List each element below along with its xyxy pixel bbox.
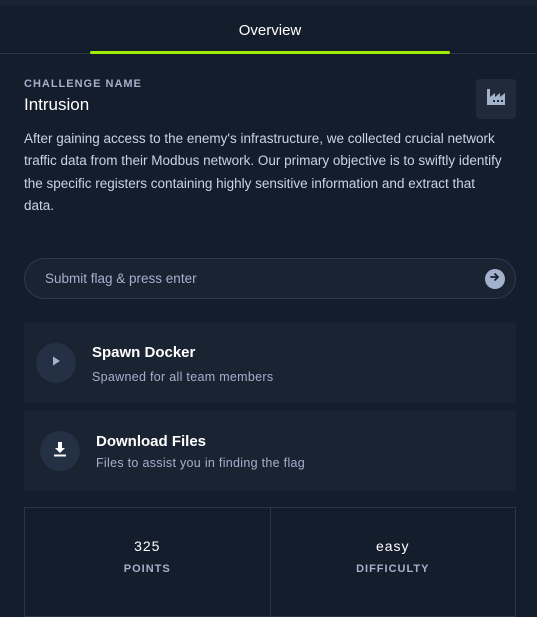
download-icon xyxy=(52,441,68,462)
points-value: 325 xyxy=(134,538,161,554)
spawn-docker-subtitle: Spawned for all team members xyxy=(92,370,274,384)
factory-icon xyxy=(486,88,506,111)
download-files-subtitle: Files to assist you in finding the flag xyxy=(96,456,306,470)
challenge-title: Intrusion xyxy=(24,95,90,114)
download-files-title: Download Files xyxy=(96,433,207,450)
challenge-description: After gaining access to the enemy's infr… xyxy=(24,131,502,213)
download-icon-circle xyxy=(40,431,80,471)
tab-bar: Overview xyxy=(0,6,537,54)
tab-overview[interactable]: Overview xyxy=(90,6,450,54)
points-label: POINTS xyxy=(123,563,171,575)
challenge-stats: 325 POINTS easy DIFFICULTY xyxy=(24,507,516,617)
points-stat: 325 POINTS xyxy=(25,508,270,616)
spawn-docker-title: Spawn Docker xyxy=(92,344,196,361)
spawn-docker-button[interactable]: Spawn Docker Spawned for all team member… xyxy=(24,323,516,403)
difficulty-label: DIFFICULTY xyxy=(356,563,430,575)
arrow-right-circle-icon xyxy=(489,270,501,288)
active-tab-indicator xyxy=(90,51,450,54)
play-icon xyxy=(50,354,62,372)
spawn-icon-circle xyxy=(36,343,76,383)
submit-flag-button[interactable] xyxy=(485,269,505,289)
challenge-name-label: CHALLENGE NAME xyxy=(24,78,142,90)
category-badge xyxy=(476,79,516,119)
download-files-button[interactable]: Download Files Files to assist you in fi… xyxy=(24,411,516,491)
flag-submit-field xyxy=(24,258,516,299)
difficulty-stat: easy DIFFICULTY xyxy=(269,508,516,616)
difficulty-value: easy xyxy=(375,538,410,554)
flag-input[interactable] xyxy=(45,259,475,298)
